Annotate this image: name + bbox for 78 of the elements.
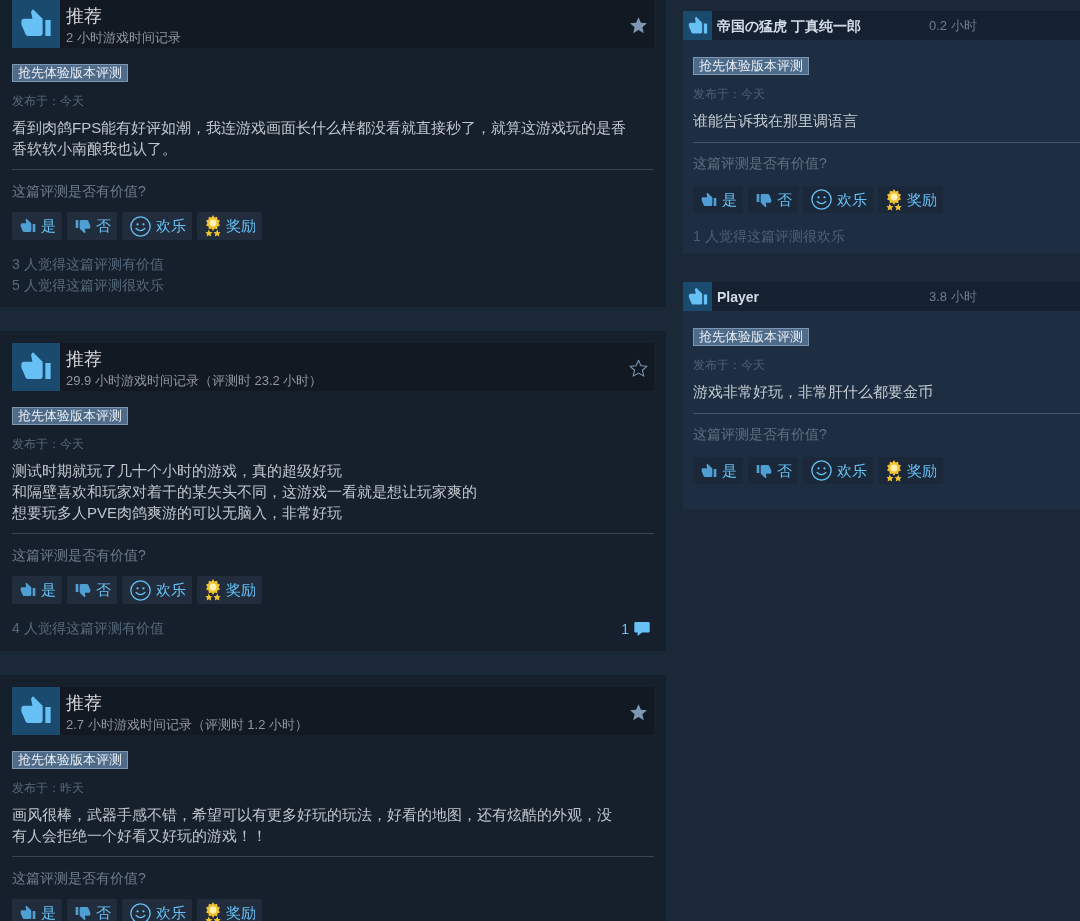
playtime-text: 29.9 小时游戏时间记录（评测时 23.2 小时）	[66, 373, 323, 389]
smiley-icon	[811, 460, 832, 481]
no-button[interactable]: 否	[67, 576, 117, 604]
funny-button[interactable]: 欢乐	[803, 186, 873, 213]
funny-button[interactable]: 欢乐	[122, 212, 192, 240]
thumbs-up-icon	[12, 0, 60, 48]
yes-button[interactable]: 是	[12, 212, 62, 240]
thumbs-up-icon	[12, 343, 60, 391]
verdict-title: 推荐	[66, 692, 102, 714]
helpful-question: 这篇评测是否有价值?	[12, 546, 146, 565]
helpful-count-text: 5 人觉得这篇评测很欢乐	[12, 275, 164, 295]
thumbs-up-icon	[12, 687, 60, 735]
review-text: 看到肉鸽FPS能有好评如潮，我连游戏画面长什么样都没看就直接秒了，就算这游戏玩的是香 香软软小南酿我也认了。	[12, 118, 627, 159]
early-access-badge: 抢先体验版本评测	[693, 328, 809, 346]
posted-date: 发布于：今天	[12, 436, 84, 452]
playtime-text: 0.2 小时	[929, 16, 977, 35]
thumbs-down-icon	[75, 582, 91, 598]
verdict-title: 推荐	[66, 5, 102, 27]
thumbs-up-icon	[683, 282, 712, 311]
thumbs-up-icon	[683, 11, 712, 40]
review-text: 游戏非常好玩，非常肝什么都要金币	[693, 382, 933, 402]
thumbs-down-icon	[756, 462, 772, 479]
smiley-icon	[130, 579, 151, 601]
early-access-badge: 抢先体验版本评测	[693, 57, 809, 75]
no-button[interactable]: 否	[67, 899, 117, 921]
no-button[interactable]: 否	[67, 212, 117, 240]
posted-date: 发布于：昨天	[12, 780, 84, 796]
playtime-text: 3.8 小时	[929, 287, 977, 306]
funny-button[interactable]: 欢乐	[803, 457, 873, 484]
no-button[interactable]: 否	[748, 186, 798, 213]
comments-link[interactable]: 1	[621, 619, 650, 639]
author-name[interactable]: Player	[717, 286, 929, 307]
thumbs-down-icon	[756, 191, 772, 208]
review-text: 画风很棒，武器手感不错，希望可以有更多好玩的玩法，好看的地图，还有炫酷的外观，没 有人会拒绝一个好看又好玩的游戏！！	[12, 805, 612, 846]
medal-icon	[205, 579, 221, 601]
speech-bubble-icon	[634, 622, 650, 636]
smiley-icon	[130, 902, 151, 921]
verdict-title: 推荐	[66, 348, 102, 370]
thumbs-up-icon	[20, 582, 36, 598]
yes-button[interactable]: 是	[693, 186, 743, 213]
award-button[interactable]: 奖励	[197, 212, 262, 240]
helpful-question: 这篇评测是否有价值?	[693, 425, 827, 444]
early-access-badge: 抢先体验版本评测	[12, 407, 128, 425]
funny-button[interactable]: 欢乐	[122, 576, 192, 604]
yes-button[interactable]: 是	[12, 576, 62, 604]
no-button[interactable]: 否	[748, 457, 798, 484]
early-access-badge: 抢先体验版本评测	[12, 64, 128, 82]
thumbs-down-icon	[75, 905, 91, 921]
medal-icon	[886, 459, 902, 482]
review-text: 谁能告诉我在那里调语言	[693, 111, 858, 131]
medal-icon	[205, 902, 221, 921]
funny-button[interactable]: 欢乐	[122, 899, 192, 921]
yes-button[interactable]: 是	[12, 899, 62, 921]
author-name[interactable]: 帝国の猛虎 丁真纯一郎	[717, 15, 929, 36]
review-text: 测试时期就玩了几十个小时的游戏，真的超级好玩 和隔壁喜欢和玩家对着干的某矢头不同，这游戏一看就是想让玩家爽的 想要玩多人PVE肉鸽爽游的可以无脑入，非常好玩	[12, 461, 477, 523]
playtime-text: 2 小时游戏时间记录	[66, 30, 181, 46]
helpful-count-text: 3 人觉得这篇评测有价值	[12, 255, 164, 274]
award-button[interactable]: 奖励	[197, 576, 262, 604]
award-button[interactable]: 奖励	[878, 186, 943, 213]
thumbs-up-icon	[701, 462, 717, 479]
helpful-count-text: 4 人觉得这篇评测有价值	[12, 619, 164, 638]
thumbs-up-icon	[20, 905, 36, 921]
thumbs-up-icon	[20, 218, 36, 234]
medal-icon	[205, 215, 221, 237]
medal-icon	[886, 188, 902, 211]
thumbs-down-icon	[75, 218, 91, 234]
yes-button[interactable]: 是	[693, 457, 743, 484]
helpful-question: 这篇评测是否有价值?	[12, 182, 146, 201]
playtime-text: 2.7 小时游戏时间记录（评测时 1.2 小时）	[66, 717, 308, 733]
award-button[interactable]: 奖励	[197, 899, 262, 921]
posted-date: 发布于：今天	[12, 93, 84, 109]
helpful-question: 这篇评测是否有价值?	[693, 154, 827, 173]
thumbs-up-icon	[701, 191, 717, 208]
early-access-badge: 抢先体验版本评测	[12, 751, 128, 769]
award-button[interactable]: 奖励	[878, 457, 943, 484]
smiley-icon	[811, 189, 832, 210]
smiley-icon	[130, 215, 151, 237]
helpful-question: 这篇评测是否有价值?	[12, 869, 146, 888]
